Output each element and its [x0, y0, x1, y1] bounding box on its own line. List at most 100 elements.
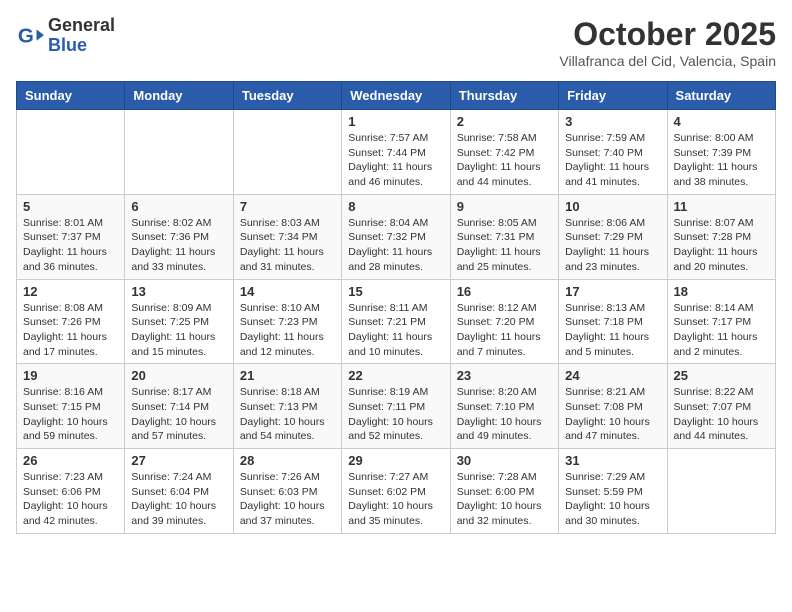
weekday-header-sunday: Sunday — [17, 82, 125, 110]
day-info: Sunrise: 8:18 AMSunset: 7:13 PMDaylight:… — [240, 385, 335, 444]
calendar-cell: 24 Sunrise: 8:21 AMSunset: 7:08 PMDayligh… — [559, 364, 667, 449]
day-number: 15 — [348, 284, 443, 299]
calendar-cell: 16 Sunrise: 8:12 AMSunset: 7:20 PMDayligh… — [450, 279, 558, 364]
day-number: 9 — [457, 199, 552, 214]
calendar-cell: 1 Sunrise: 7:57 AMSunset: 7:44 PMDaylight… — [342, 110, 450, 195]
calendar-week-4: 26 Sunrise: 7:23 AMSunset: 6:06 PMDayligh… — [17, 449, 776, 534]
day-info: Sunrise: 8:10 AMSunset: 7:23 PMDaylight:… — [240, 301, 335, 360]
calendar-cell: 17 Sunrise: 8:13 AMSunset: 7:18 PMDayligh… — [559, 279, 667, 364]
logo-general: General — [48, 16, 115, 36]
day-info: Sunrise: 8:19 AMSunset: 7:11 PMDaylight:… — [348, 385, 443, 444]
calendar-cell: 29Sunrise: 7:27 AMSunset: 6:02 PMDayligh… — [342, 449, 450, 534]
day-info: Sunrise: 8:13 AMSunset: 7:18 PMDaylight:… — [565, 301, 660, 360]
calendar-cell: 12 Sunrise: 8:08 AMSunset: 7:26 PMDayligh… — [17, 279, 125, 364]
day-number: 14 — [240, 284, 335, 299]
day-number: 18 — [674, 284, 769, 299]
day-number: 29 — [348, 453, 443, 468]
day-number: 1 — [348, 114, 443, 129]
day-number: 25 — [674, 368, 769, 383]
day-number: 24 — [565, 368, 660, 383]
day-number: 3 — [565, 114, 660, 129]
calendar-week-3: 19 Sunrise: 8:16 AMSunset: 7:15 PMDayligh… — [17, 364, 776, 449]
calendar-cell: 25 Sunrise: 8:22 AMSunset: 7:07 PMDayligh… — [667, 364, 775, 449]
day-info: Sunrise: 7:58 AMSunset: 7:42 PMDaylight:… — [457, 131, 552, 190]
calendar-week-2: 12 Sunrise: 8:08 AMSunset: 7:26 PMDayligh… — [17, 279, 776, 364]
day-number: 16 — [457, 284, 552, 299]
weekday-header-monday: Monday — [125, 82, 233, 110]
day-info: Sunrise: 8:00 AMSunset: 7:39 PMDaylight:… — [674, 131, 769, 190]
calendar-cell: 3Sunrise: 7:59 AMSunset: 7:40 PMDaylight… — [559, 110, 667, 195]
weekday-header-thursday: Thursday — [450, 82, 558, 110]
calendar-cell: 11 Sunrise: 8:07 AMSunset: 7:28 PMDayligh… — [667, 194, 775, 279]
day-number: 19 — [23, 368, 118, 383]
day-info: Sunrise: 8:08 AMSunset: 7:26 PMDaylight:… — [23, 301, 118, 360]
logo-icon: G — [16, 22, 44, 50]
calendar-cell: 23Sunrise: 8:20 AMSunset: 7:10 PMDayligh… — [450, 364, 558, 449]
day-info: Sunrise: 8:04 AMSunset: 7:32 PMDaylight:… — [348, 216, 443, 275]
logo-text: General Blue — [48, 16, 115, 56]
day-number: 30 — [457, 453, 552, 468]
calendar-week-1: 5Sunrise: 8:01 AMSunset: 7:37 PMDaylight… — [17, 194, 776, 279]
day-number: 5 — [23, 199, 118, 214]
day-number: 28 — [240, 453, 335, 468]
calendar-cell: 8Sunrise: 8:04 AMSunset: 7:32 PMDaylight… — [342, 194, 450, 279]
day-number: 12 — [23, 284, 118, 299]
calendar-cell: 2 Sunrise: 7:58 AMSunset: 7:42 PMDaylight… — [450, 110, 558, 195]
calendar-cell: 6 Sunrise: 8:02 AMSunset: 7:36 PMDaylight… — [125, 194, 233, 279]
day-number: 17 — [565, 284, 660, 299]
weekday-header-saturday: Saturday — [667, 82, 775, 110]
calendar-cell: 18 Sunrise: 8:14 AMSunset: 7:17 PMDayligh… — [667, 279, 775, 364]
day-info: Sunrise: 7:26 AMSunset: 6:03 PMDaylight:… — [240, 470, 335, 529]
day-info: Sunrise: 8:07 AMSunset: 7:28 PMDaylight:… — [674, 216, 769, 275]
calendar-cell: 21 Sunrise: 8:18 AMSunset: 7:13 PMDayligh… — [233, 364, 341, 449]
day-number: 31 — [565, 453, 660, 468]
title-block: October 2025 Villafranca del Cid, Valenc… — [559, 16, 776, 69]
weekday-header-friday: Friday — [559, 82, 667, 110]
calendar-cell: 10 Sunrise: 8:06 AMSunset: 7:29 PMDayligh… — [559, 194, 667, 279]
day-info: Sunrise: 7:57 AMSunset: 7:44 PMDaylight:… — [348, 131, 443, 190]
day-info: Sunrise: 7:24 AMSunset: 6:04 PMDaylight:… — [131, 470, 226, 529]
calendar-week-0: 1 Sunrise: 7:57 AMSunset: 7:44 PMDaylight… — [17, 110, 776, 195]
day-info: Sunrise: 8:09 AMSunset: 7:25 PMDaylight:… — [131, 301, 226, 360]
calendar-table: SundayMondayTuesdayWednesdayThursdayFrid… — [16, 81, 776, 534]
day-info: Sunrise: 8:05 AMSunset: 7:31 PMDaylight:… — [457, 216, 552, 275]
day-info: Sunrise: 8:14 AMSunset: 7:17 PMDaylight:… — [674, 301, 769, 360]
calendar-cell: 7 Sunrise: 8:03 AMSunset: 7:34 PMDaylight… — [233, 194, 341, 279]
day-number: 27 — [131, 453, 226, 468]
calendar-cell: 20Sunrise: 8:17 AMSunset: 7:14 PMDayligh… — [125, 364, 233, 449]
day-info: Sunrise: 7:23 AMSunset: 6:06 PMDaylight:… — [23, 470, 118, 529]
day-number: 2 — [457, 114, 552, 129]
day-number: 13 — [131, 284, 226, 299]
day-info: Sunrise: 8:21 AMSunset: 7:08 PMDaylight:… — [565, 385, 660, 444]
day-info: Sunrise: 8:11 AMSunset: 7:21 PMDaylight:… — [348, 301, 443, 360]
day-info: Sunrise: 8:02 AMSunset: 7:36 PMDaylight:… — [131, 216, 226, 275]
weekday-header-tuesday: Tuesday — [233, 82, 341, 110]
logo-blue: Blue — [48, 36, 115, 56]
day-number: 7 — [240, 199, 335, 214]
day-number: 21 — [240, 368, 335, 383]
page-header: G General Blue October 2025 Villafranca … — [16, 16, 776, 69]
day-info: Sunrise: 8:03 AMSunset: 7:34 PMDaylight:… — [240, 216, 335, 275]
calendar-cell: 14 Sunrise: 8:10 AMSunset: 7:23 PMDayligh… — [233, 279, 341, 364]
day-number: 4 — [674, 114, 769, 129]
day-number: 10 — [565, 199, 660, 214]
day-info: Sunrise: 7:29 AMSunset: 5:59 PMDaylight:… — [565, 470, 660, 529]
day-info: Sunrise: 8:22 AMSunset: 7:07 PMDaylight:… — [674, 385, 769, 444]
calendar-cell: 22Sunrise: 8:19 AMSunset: 7:11 PMDayligh… — [342, 364, 450, 449]
day-info: Sunrise: 8:16 AMSunset: 7:15 PMDaylight:… — [23, 385, 118, 444]
day-info: Sunrise: 8:12 AMSunset: 7:20 PMDaylight:… — [457, 301, 552, 360]
day-info: Sunrise: 8:06 AMSunset: 7:29 PMDaylight:… — [565, 216, 660, 275]
calendar-cell: 15 Sunrise: 8:11 AMSunset: 7:21 PMDayligh… — [342, 279, 450, 364]
day-number: 20 — [131, 368, 226, 383]
calendar-cell: 19 Sunrise: 8:16 AMSunset: 7:15 PMDayligh… — [17, 364, 125, 449]
calendar-cell — [17, 110, 125, 195]
calendar-cell — [233, 110, 341, 195]
calendar-cell: 27 Sunrise: 7:24 AMSunset: 6:04 PMDayligh… — [125, 449, 233, 534]
day-number: 11 — [674, 199, 769, 214]
day-number: 6 — [131, 199, 226, 214]
logo: G General Blue — [16, 16, 115, 56]
month-title: October 2025 — [559, 16, 776, 53]
calendar-cell: 31 Sunrise: 7:29 AMSunset: 5:59 PMDayligh… — [559, 449, 667, 534]
day-number: 26 — [23, 453, 118, 468]
calendar-cell: 5Sunrise: 8:01 AMSunset: 7:37 PMDaylight… — [17, 194, 125, 279]
